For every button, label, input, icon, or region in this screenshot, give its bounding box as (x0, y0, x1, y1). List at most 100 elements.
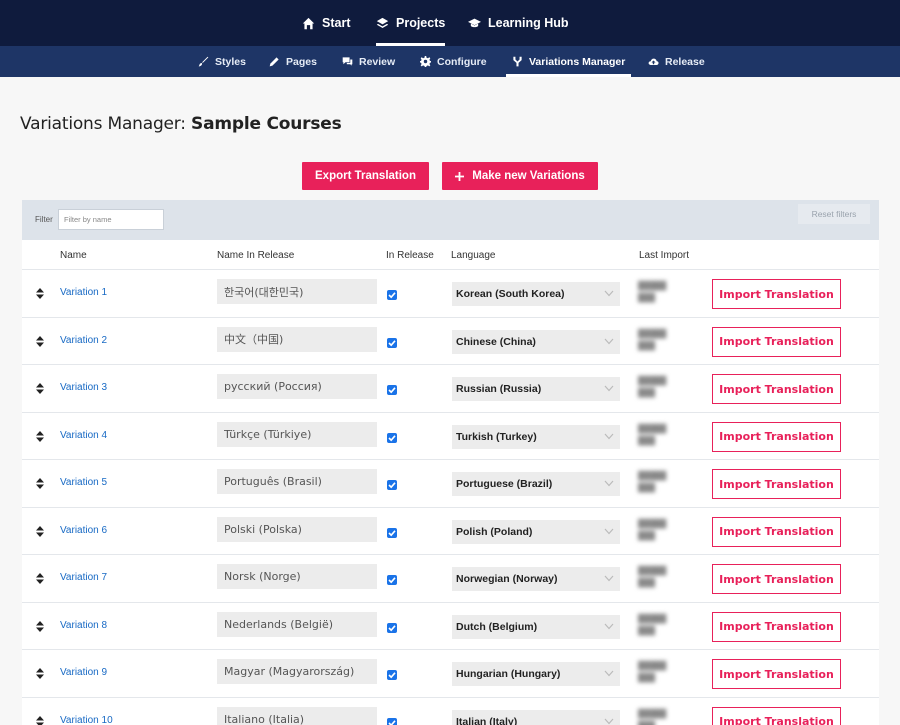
last-import-date: █████ ███ (638, 471, 667, 492)
language-select[interactable]: Turkish (Turkey) (452, 424, 620, 449)
export-translation-button[interactable]: Export Translation (302, 162, 429, 190)
language-select[interactable]: Portuguese (Brazil) (452, 472, 620, 496)
language-select[interactable]: Polish (Poland) (452, 519, 620, 544)
sort-handle-icon[interactable] (36, 288, 44, 299)
name-in-release-input[interactable] (217, 374, 377, 399)
page-title-course: Sample Courses (191, 114, 342, 134)
in-release-checkbox[interactable] (387, 432, 397, 443)
in-release-checkbox[interactable] (387, 717, 397, 725)
in-release-checkbox[interactable] (387, 527, 397, 538)
check-icon (388, 672, 396, 679)
subnav-variations-manager[interactable]: Variations Manager (505, 46, 632, 77)
reset-filters-button[interactable]: Reset filters (798, 204, 870, 224)
variation-name-link[interactable]: Variation 1 (60, 287, 107, 298)
column-header-in-release[interactable]: In Release (386, 250, 434, 261)
variation-name-link[interactable]: Variation 9 (60, 667, 107, 678)
name-in-release-input[interactable] (217, 611, 377, 637)
column-header-language[interactable]: Language (451, 250, 496, 261)
check-icon (388, 434, 396, 441)
name-in-release-input[interactable] (217, 516, 377, 542)
subnav-pages[interactable]: Pages (269, 46, 317, 77)
sort-handle-icon[interactable] (36, 430, 44, 442)
column-header-last-import[interactable]: Last Import (639, 250, 689, 261)
topnav-projects[interactable]: Projects (376, 0, 446, 46)
topnav-start[interactable]: Start (302, 0, 350, 46)
table-row: Variation 8 Dutch (Belgium) ████████ Import… (22, 601, 879, 650)
name-in-release-input[interactable] (217, 564, 377, 589)
import-translation-button[interactable]: Import Translation (712, 706, 841, 725)
language-select[interactable]: Korean (South Korea) (452, 282, 620, 306)
sort-handle-icon[interactable] (36, 525, 44, 537)
topnav-learning-hub[interactable]: Learning Hub (468, 0, 569, 46)
language-select[interactable]: Chinese (China) (452, 329, 620, 354)
language-select[interactable]: Dutch (Belgium) (452, 614, 620, 639)
subnav-styles[interactable]: Styles (198, 46, 246, 77)
table-row: Variation 4 Turkish (Turkey) ████████ Impor… (22, 411, 879, 460)
sort-handle-icon[interactable] (36, 478, 44, 489)
in-release-checkbox[interactable] (387, 480, 397, 490)
sort-handle-icon[interactable] (36, 573, 44, 584)
name-in-release-input[interactable] (217, 706, 377, 725)
language-value: Norwegian (Norway) (456, 573, 558, 585)
variation-name-link[interactable]: Variation 6 (60, 525, 107, 536)
gear-icon (420, 56, 431, 67)
sort-handle-icon[interactable] (36, 383, 44, 394)
sort-handle-icon[interactable] (36, 715, 44, 725)
name-in-release-input[interactable] (217, 421, 377, 447)
chevron-down-icon (604, 575, 614, 582)
import-translation-button[interactable]: Import Translation (712, 469, 841, 499)
import-translation-button[interactable]: Import Translation (712, 611, 841, 642)
import-translation-button[interactable]: Import Translation (712, 421, 841, 452)
last-import-date: █████ ███ (638, 281, 667, 302)
variation-name-link[interactable]: Variation 3 (60, 382, 107, 393)
subnav-configure-label: Configure (437, 55, 487, 68)
variation-name-link[interactable]: Variation 5 (60, 477, 107, 488)
import-translation-button[interactable]: Import Translation (712, 659, 841, 689)
name-in-release-input[interactable] (217, 659, 377, 684)
in-release-checkbox[interactable] (387, 385, 397, 395)
import-translation-button[interactable]: Import Translation (712, 326, 841, 357)
make-new-variations-button[interactable]: Make new Variations (442, 162, 598, 190)
language-select[interactable]: Russian (Russia) (452, 377, 620, 401)
subnav-review[interactable]: Review (342, 46, 395, 77)
check-icon (388, 719, 396, 725)
table-row: Variation 10 Italian (Italy) ████████ Impor… (22, 696, 879, 725)
import-translation-button[interactable]: Import Translation (712, 374, 841, 404)
variation-name-link[interactable]: Variation 2 (60, 335, 107, 346)
table-row: Variation 6 Polish (Poland) ████████ Import… (22, 506, 879, 555)
page-title: Variations Manager: Sample Courses (20, 114, 342, 134)
subnav-release[interactable]: Release (648, 46, 705, 77)
in-release-checkbox[interactable] (387, 575, 397, 585)
export-translation-label: Export Translation (315, 170, 416, 182)
name-in-release-input[interactable] (217, 469, 377, 494)
subnav-pages-label: Pages (286, 55, 317, 68)
in-release-checkbox[interactable] (387, 670, 397, 680)
last-import-date: █████ ███ (638, 708, 667, 725)
sort-handle-icon[interactable] (36, 620, 44, 632)
variation-name-link[interactable]: Variation 4 (60, 430, 107, 441)
column-header-name[interactable]: Name (60, 250, 87, 261)
in-release-checkbox[interactable] (387, 290, 397, 300)
name-in-release-input[interactable] (217, 279, 377, 304)
filter-label: Filter (35, 215, 53, 224)
subnav-configure[interactable]: Configure (420, 46, 487, 77)
table-row: Variation 9 Hungarian (Hungary) ████████ Im… (22, 649, 879, 697)
filter-input[interactable] (58, 209, 164, 230)
in-release-checkbox[interactable] (387, 337, 397, 348)
variation-name-link[interactable]: Variation 10 (60, 715, 113, 725)
column-header-name-in-release[interactable]: Name In Release (217, 250, 294, 261)
variation-name-link[interactable]: Variation 8 (60, 620, 107, 631)
in-release-checkbox[interactable] (387, 622, 397, 633)
brush-icon (198, 56, 209, 67)
import-translation-button[interactable]: Import Translation (712, 516, 841, 547)
language-select[interactable]: Hungarian (Hungary) (452, 662, 620, 686)
import-translation-button[interactable]: Import Translation (712, 564, 841, 594)
language-select[interactable]: Italian (Italy) (452, 709, 620, 725)
variation-name-link[interactable]: Variation 7 (60, 572, 107, 583)
import-translation-button[interactable]: Import Translation (712, 279, 841, 309)
name-in-release-input[interactable] (217, 326, 377, 352)
sort-handle-icon[interactable] (36, 668, 44, 679)
language-select[interactable]: Norwegian (Norway) (452, 567, 620, 591)
chevron-down-icon (604, 623, 614, 629)
sort-handle-icon[interactable] (36, 335, 44, 347)
